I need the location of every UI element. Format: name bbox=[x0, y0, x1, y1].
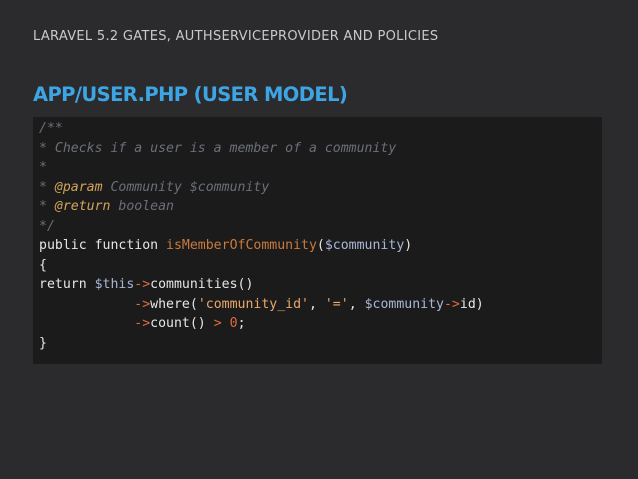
code-line-8: { bbox=[39, 256, 484, 276]
arrow-operator: -> bbox=[134, 277, 151, 292]
doc-comment-close: */ bbox=[39, 218, 55, 234]
doc-comment-star: * bbox=[39, 179, 55, 195]
doc-param-description: Community $community bbox=[102, 179, 270, 195]
comma: , bbox=[308, 296, 325, 312]
keyword-public-function: public function bbox=[39, 238, 167, 253]
code-text: /** * Checks if a user is a member of a c… bbox=[39, 119, 484, 353]
semicolon: ; bbox=[237, 316, 246, 331]
arrow-operator: -> bbox=[134, 296, 151, 312]
code-line-2: * Checks if a user is a member of a comm… bbox=[39, 139, 484, 159]
paren-close: ) bbox=[404, 238, 413, 253]
comma: , bbox=[348, 296, 365, 312]
brace-close: } bbox=[39, 335, 47, 351]
code-line-12: } bbox=[39, 334, 484, 354]
method-count: count() bbox=[150, 316, 214, 331]
code-line-11: ->count() > 0; bbox=[39, 314, 484, 334]
doc-comment-description: * Checks if a user is a member of a comm… bbox=[39, 140, 397, 156]
paren-open: ( bbox=[316, 238, 325, 253]
function-name: isMemberOfCommunity bbox=[166, 238, 317, 253]
code-line-6: */ bbox=[39, 217, 484, 237]
arrow-operator: -> bbox=[443, 296, 460, 312]
this-variable: $this bbox=[94, 277, 135, 292]
doc-return-description: boolean bbox=[110, 199, 174, 214]
number-zero: 0 bbox=[229, 316, 238, 331]
slide-title: APP/USER.PHP (USER MODEL) bbox=[33, 83, 348, 106]
code-line-10: ->where('community_id', '=', $community-… bbox=[39, 295, 484, 315]
code-line-7: public function isMemberOfCommunity($com… bbox=[39, 236, 484, 256]
code-line-4: * @param Community $community bbox=[39, 178, 484, 198]
code-line-9: return $this->communities() bbox=[39, 275, 484, 295]
doc-comment-blank: * bbox=[39, 160, 47, 175]
method-communities: communities() bbox=[150, 277, 254, 292]
string-community-id: 'community_id' bbox=[197, 296, 309, 312]
string-equals: '=' bbox=[324, 296, 349, 312]
slide-header: LARAVEL 5.2 GATES, AUTHSERVICEPROVIDER A… bbox=[33, 29, 439, 44]
code-line-3: * bbox=[39, 158, 484, 178]
arrow-operator: -> bbox=[134, 316, 151, 331]
brace-open: { bbox=[39, 257, 47, 273]
code-line-1: /** bbox=[39, 119, 484, 139]
doc-comment-star: * bbox=[39, 199, 55, 214]
doc-return-tag: @return bbox=[54, 199, 111, 214]
property-id: id) bbox=[459, 296, 484, 312]
parameter-variable: $community bbox=[324, 238, 405, 253]
doc-comment-open: /** bbox=[39, 121, 63, 136]
code-block: /** * Checks if a user is a member of a c… bbox=[33, 117, 602, 364]
greater-than-operator: > bbox=[213, 316, 222, 331]
doc-param-tag: @param bbox=[54, 179, 103, 195]
method-where: where( bbox=[150, 296, 198, 312]
code-line-5: * @return boolean bbox=[39, 197, 484, 217]
keyword-return: return bbox=[39, 277, 95, 292]
community-variable: $community bbox=[364, 296, 444, 312]
